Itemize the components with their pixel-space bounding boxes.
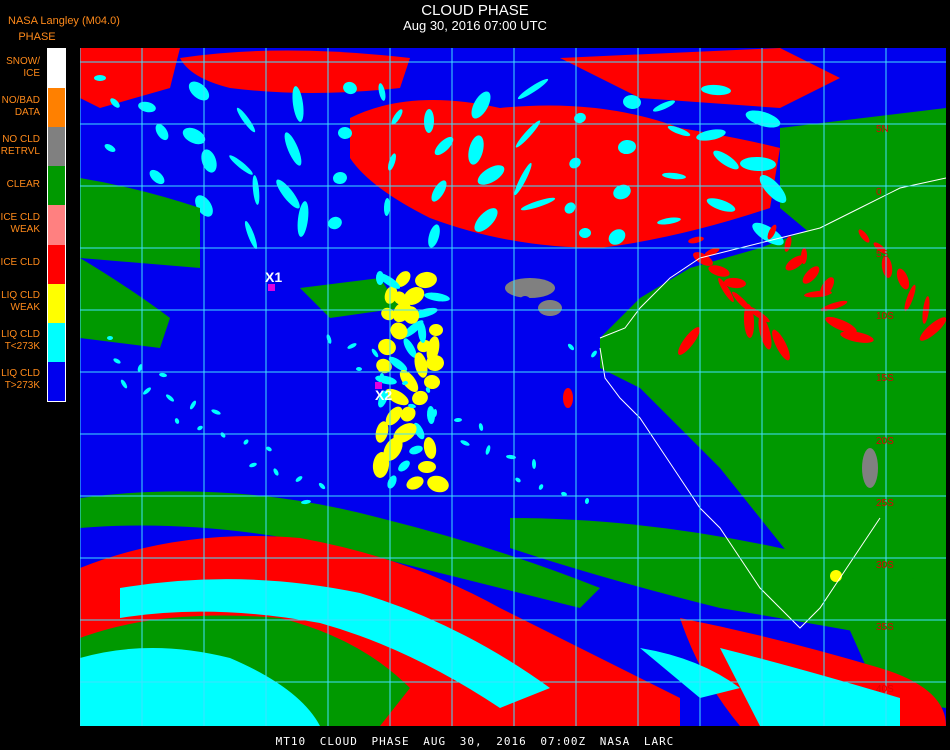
footer-caption: MT10 CLOUD PHASE AUG 30, 2016 07:00Z NAS… (275, 735, 675, 748)
legend-label: LIQ CLD WEAK (1, 290, 40, 314)
latitude-label: 15S (876, 373, 894, 384)
legend-label: CLEAR (6, 178, 40, 190)
legend-colorbar (47, 48, 66, 402)
latitude-label: 10S (876, 311, 894, 322)
cloud-layer (80, 48, 946, 726)
legend-label: NO CLD RETRVL (0, 133, 40, 157)
latitude-label: 20S (876, 436, 894, 447)
legend-title: PHASE (18, 31, 56, 43)
legend-swatch (48, 88, 65, 128)
legend-swatch (48, 127, 65, 167)
legend-label: LIQ CLD T<273K (1, 329, 40, 353)
latitude-label: 5N (876, 124, 889, 135)
legend-swatch (48, 322, 65, 363)
map-canvas (80, 48, 946, 726)
legend-label: SNOW/ ICE (6, 55, 40, 79)
marker-x2-label: X2 (375, 387, 393, 403)
legend-swatch (48, 244, 65, 285)
legend-label: NO/BAD DATA (1, 94, 40, 118)
latitude-label: 35S (876, 622, 894, 633)
legend-label: ICE CLD (0, 257, 40, 269)
chart-title: CLOUD PHASE (421, 2, 529, 19)
legend-label: ICE CLD WEAK (0, 212, 40, 235)
legend-swatch (48, 361, 65, 402)
legend-swatch (48, 49, 65, 89)
legend-swatch (48, 166, 65, 206)
legend-swatch (48, 205, 65, 246)
marker-x1-point (268, 284, 275, 291)
legend-label: LIQ CLD T>273K (1, 368, 40, 392)
brand-label: NASA Langley (M04.0) (8, 15, 120, 27)
latitude-label: 5S (876, 249, 889, 260)
legend-swatch (48, 283, 65, 324)
latitude-label: 0 (876, 187, 882, 198)
cloud-phase-map (80, 48, 946, 726)
marker-x1-label: X1 (265, 269, 283, 285)
latitude-label: 25S (876, 498, 894, 509)
latitude-label: 30S (876, 560, 894, 571)
latitude-label: 40S (876, 684, 894, 695)
chart-timestamp: Aug 30, 2016 07:00 UTC (403, 18, 547, 33)
